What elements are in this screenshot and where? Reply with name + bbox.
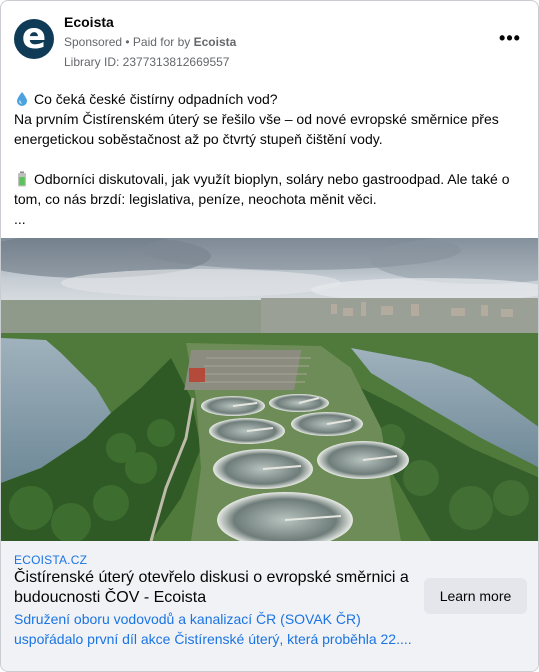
avatar-letter: e xyxy=(21,16,47,57)
separator-dot: • xyxy=(122,35,133,49)
paid-for-by-label: Paid for by xyxy=(132,35,194,49)
more-horizontal-icon: ••• xyxy=(499,28,521,48)
page-name-link[interactable]: Ecoista xyxy=(64,14,114,30)
learn-more-button[interactable]: Learn more xyxy=(424,578,527,614)
see-more-ellipsis[interactable]: ... xyxy=(14,209,524,229)
library-id: Library ID: 2377313812669557 xyxy=(64,55,230,69)
ad-card: e Ecoista Sponsored • Paid for by Ecoist… xyxy=(0,0,539,672)
link-headline[interactable]: Čistírenské úterý otevřelo diskusi o evr… xyxy=(14,568,414,608)
sponsored-line: Sponsored • Paid for by Ecoista xyxy=(64,35,236,49)
link-preview[interactable]: ECOISTA.CZ Čistírenské úterý otevřelo di… xyxy=(1,541,538,671)
post-line-1: Co čeká české čistírny odpadních vod? xyxy=(14,89,524,109)
sponsored-label: Sponsored xyxy=(64,35,123,49)
ad-image[interactable] xyxy=(1,238,538,541)
battery-icon xyxy=(18,171,26,187)
droplet-icon xyxy=(17,92,27,106)
post-line-3: Odborníci diskutovali, jak využít bioply… xyxy=(14,171,510,207)
post-text: Co čeká české čistírny odpadních vod? Na… xyxy=(14,89,524,229)
treatment-plant-image xyxy=(1,238,538,541)
link-domain: ECOISTA.CZ xyxy=(14,553,88,567)
link-description[interactable]: Sdružení oboru vodovodů a kanalizací ČR … xyxy=(14,609,414,649)
more-options-button[interactable]: ••• xyxy=(498,29,522,53)
avatar[interactable]: e xyxy=(14,19,54,59)
post-line-2: Na prvním Čistírenském úterý se řešilo v… xyxy=(14,111,499,147)
paid-for-by-name[interactable]: Ecoista xyxy=(194,35,237,49)
post-header: e Ecoista Sponsored • Paid for by Ecoist… xyxy=(1,1,538,81)
